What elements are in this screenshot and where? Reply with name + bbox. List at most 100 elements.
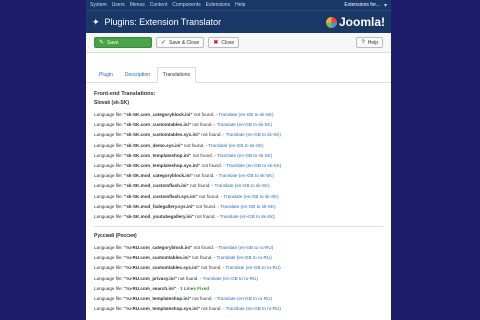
language-file-row: Language file: "ru-RU.com_privacy.ini" n… [94, 274, 383, 284]
extensions-for-label[interactable]: Extensions for... [344, 2, 380, 8]
translate-link[interactable]: Translate (en-GB to sk-SK) [217, 153, 272, 158]
row-status: not found. - [200, 162, 226, 168]
tab-translations[interactable]: Translations [156, 67, 196, 83]
language-file-name: "ru-RU.com_templateshop.sys.ini" [124, 306, 200, 312]
row-status: not found. - [192, 245, 219, 251]
row-status: not found. - [191, 296, 217, 301]
row-prefix: Language file: [94, 162, 125, 168]
row-prefix: Language file: [94, 152, 125, 158]
translate-link[interactable]: Translate (en-GB to sk-SK) [220, 214, 275, 219]
check-icon: ✓ [161, 40, 167, 46]
row-status: not found. - [191, 122, 217, 128]
language-file-row: Language file: "ru-RU.com_customtables.s… [94, 263, 383, 273]
language-file-row: Language file: "ru-RU.com_templateshop.i… [94, 294, 383, 304]
save-label: Save [107, 39, 119, 46]
translate-link[interactable]: Translate (en-GB to sk-SK) [223, 194, 278, 199]
language-file-name: "sk-SK.mod_youtubegallery.ini" [124, 213, 195, 219]
row-status: not found. - [176, 275, 203, 281]
row-status: not found. - [199, 306, 226, 312]
translate-link[interactable]: Translate (en-GB to ru-RU) [218, 245, 273, 250]
translate-link[interactable]: Translate (en-GB to sk-SK) [220, 204, 275, 209]
translate-link[interactable]: Translate (en-GB to ru-RU) [225, 265, 280, 270]
language-file-name: "sk-SK.com_customtables.ini" [124, 122, 192, 128]
translate-link[interactable]: Translate (en-GB to ru-RU) [217, 255, 272, 260]
close-label: Close [221, 39, 235, 46]
puzzle-icon: ✦ [92, 16, 100, 27]
language-file-name: "sk-SK.com_demo.sys.ini" [124, 142, 183, 148]
language-file-name: "sk-SK.mod_customflash.sys.ini" [124, 193, 198, 199]
section-divider [94, 226, 383, 228]
translate-link[interactable]: Translate (en-GB to sk-SK) [226, 132, 281, 137]
language-file-row: Language file: "sk-SK.mod_customflash.sy… [94, 192, 383, 202]
language-file-name: "ru-RU.com_search.ini" [124, 285, 176, 291]
language-file-row: Language file: "sk-SK.com_customtables.i… [94, 120, 383, 130]
language-file-name: "ru-RU.com_categoryblock.ini" [124, 245, 193, 251]
row-status: not found. - [194, 203, 221, 209]
joomla-logo-icon [325, 16, 337, 28]
row-prefix: Language file: [94, 285, 125, 291]
top-menu-item[interactable]: Menus [130, 2, 145, 8]
top-menu-item[interactable]: Content [150, 2, 168, 8]
translate-link[interactable]: Translate (en-GB to sk-SK) [208, 143, 263, 148]
language-file-name: "ru-RU.com_customtables.ini" [124, 255, 191, 261]
lines-fixed-label: 1 Lines Fixed [180, 285, 210, 291]
help-icon: ? [361, 39, 365, 46]
language-file-name: "sk-SK.mod_categoryblock.ini" [124, 173, 193, 179]
tab-plugin[interactable]: Plugin [94, 68, 118, 82]
joomla-logo: Joomla! [325, 15, 385, 29]
tab-description[interactable]: Description [120, 68, 155, 82]
save-close-label: Save & Close [169, 39, 200, 46]
translate-link[interactable]: Translate (en-GB to ru-RU) [203, 276, 258, 281]
row-prefix: Language file: [94, 245, 125, 251]
row-status: not found. - [182, 142, 209, 148]
row-status: not found. - [192, 173, 219, 179]
translate-link[interactable]: Translate (en-GB to ru-RU) [226, 306, 281, 311]
tab-bar: Plugin Description Translations [86, 53, 391, 83]
language-file-row: Language file: "sk-SK.com_demo.sys.ini" … [94, 141, 383, 151]
translate-link[interactable]: Translate (en-GB to sk-SK) [226, 163, 281, 168]
language-file-row: Language file: "sk-SK.mod_youtubegallery… [94, 212, 383, 222]
language-file-row: Language file: "sk-SK.mod_customflash.in… [94, 181, 383, 191]
row-prefix: Language file: [94, 306, 125, 312]
language-groups: Slovak (sk-SK) Language file: "sk-SK.com_… [94, 100, 383, 314]
row-status: not found. - [194, 213, 220, 219]
row-prefix: Language file: [94, 255, 125, 261]
translate-link[interactable]: Translate (en-GB to ru-RU) [217, 296, 272, 301]
translate-link[interactable]: Translate (en-GB to sk-SK) [217, 122, 272, 127]
row-prefix: Language file: [94, 203, 125, 209]
language-file-row: Language file: "sk-SK.com_customtables.s… [94, 130, 383, 140]
language-file-row: Language file: "ru-RU.com_categoryblock.… [94, 243, 383, 253]
top-menu-item[interactable]: Help [235, 2, 245, 8]
language-heading: Slovak (sk-SK) [94, 100, 130, 106]
translate-link[interactable]: Translate (en-GB to sk-SK) [219, 173, 274, 178]
top-menu-item[interactable]: Users [112, 2, 125, 8]
row-prefix: Language file: [94, 213, 125, 219]
language-file-row: Language file: "sk-SK.com_categoryblock.… [94, 110, 383, 120]
save-button[interactable]: ✎ Save [94, 37, 152, 48]
translate-link[interactable]: Translate (en-GB to sk-SK) [218, 112, 273, 117]
top-menu-item[interactable]: System [90, 2, 107, 8]
save-icon: ✎ [99, 40, 105, 46]
row-prefix: Language file: [94, 275, 125, 281]
row-prefix: Language file: [94, 122, 125, 128]
user-icon[interactable]: ▾ [384, 2, 387, 9]
help-label: Help [367, 39, 378, 46]
row-status: not found. - [199, 132, 226, 138]
language-file-row: Language file: "sk-SK.com_templateshop.i… [94, 151, 383, 161]
language-file-name: "sk-SK.com_categoryblock.ini" [124, 112, 193, 117]
row-prefix: Language file: [94, 296, 125, 301]
top-menu-item[interactable]: Components [172, 2, 200, 8]
close-button[interactable]: ✖ Close [208, 37, 240, 48]
save-close-button[interactable]: ✓ Save & Close [156, 37, 205, 48]
front-end-heading: Front-end Translations: [94, 91, 156, 97]
row-prefix: Language file: [94, 132, 125, 138]
help-button[interactable]: ? Help [356, 37, 383, 48]
language-file-row: Language file: "ru-RU.com_customtables.i… [94, 253, 383, 263]
joomla-logo-text: Joomla! [338, 15, 385, 29]
language-file-name: "sk-SK.com_customtables.sys.ini" [124, 132, 200, 138]
translate-link[interactable]: Translate (en-GB to sk-SK) [214, 183, 269, 188]
top-menu-item[interactable]: Extensions [206, 2, 230, 8]
language-file-row: Language file: "ru-RU.com_search.ini" - … [94, 284, 383, 294]
row-status: not found. - [188, 183, 215, 189]
language-file-name: "ru-RU.com_privacy.ini" [124, 275, 177, 281]
